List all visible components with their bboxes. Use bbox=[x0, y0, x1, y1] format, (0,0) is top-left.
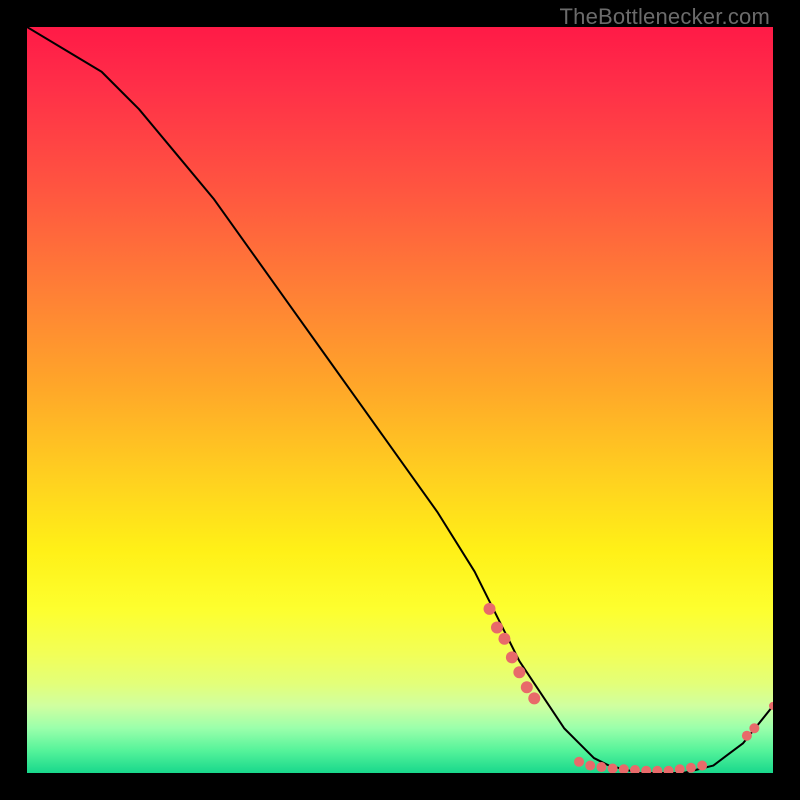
marker-cluster-left-4 bbox=[506, 651, 518, 663]
marker-trough-6 bbox=[630, 765, 640, 773]
marker-trough-5 bbox=[619, 764, 629, 773]
marker-cluster-left-7 bbox=[528, 692, 540, 704]
marker-right-2 bbox=[749, 723, 759, 733]
marker-cluster-left-5 bbox=[513, 666, 525, 678]
marker-trough-10 bbox=[675, 764, 685, 773]
marker-trough-2 bbox=[585, 761, 595, 771]
marker-trough-8 bbox=[652, 766, 662, 773]
marker-trough-9 bbox=[664, 766, 674, 773]
marker-trough-1 bbox=[574, 757, 584, 767]
marker-cluster-left-3 bbox=[498, 633, 510, 645]
chart-frame: TheBottlenecker.com bbox=[0, 0, 800, 800]
chart-svg bbox=[27, 27, 773, 773]
bottleneck-curve bbox=[27, 27, 773, 773]
watermark-text: TheBottlenecker.com bbox=[560, 4, 770, 30]
marker-trough-11 bbox=[686, 763, 696, 773]
marker-cluster-left-1 bbox=[484, 603, 496, 615]
marker-trough-12 bbox=[697, 761, 707, 771]
marker-trough-3 bbox=[596, 762, 606, 772]
marker-trough-7 bbox=[641, 766, 651, 773]
marker-cluster-left-6 bbox=[521, 681, 533, 693]
plot-area bbox=[27, 27, 773, 773]
marker-right-1 bbox=[742, 731, 752, 741]
marker-layer bbox=[484, 603, 773, 773]
marker-cluster-left-2 bbox=[491, 622, 503, 634]
